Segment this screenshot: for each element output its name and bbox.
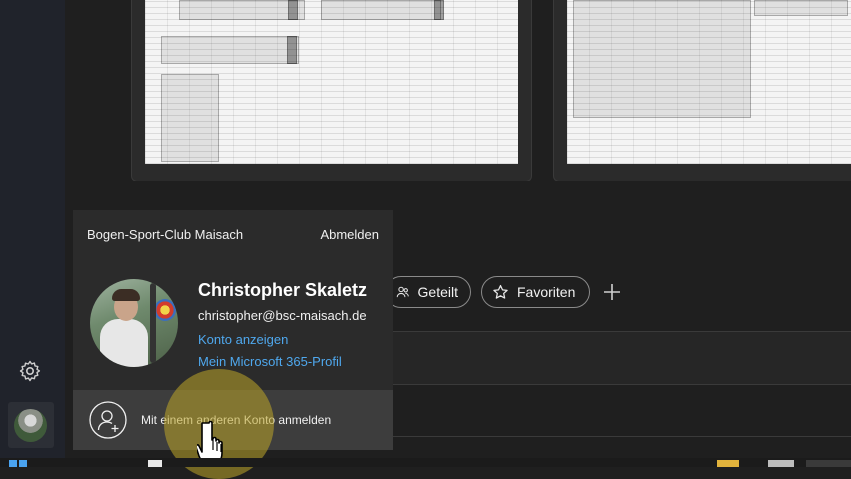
file-thumbnail-2[interactable] — [553, 0, 851, 182]
user-email: christopher@bsc-maisach.de — [198, 308, 367, 323]
user-avatar[interactable] — [14, 409, 47, 442]
filter-favorites-button[interactable]: Favoriten — [481, 276, 590, 308]
spreadsheet-preview — [145, 0, 518, 164]
filter-shared-button[interactable]: Geteilt — [385, 276, 471, 308]
divider — [393, 436, 851, 437]
star-icon — [493, 284, 508, 299]
file-thumbnail-1[interactable] — [131, 0, 532, 182]
view-account-link[interactable]: Konto anzeigen — [198, 332, 288, 347]
plus-icon[interactable] — [600, 280, 624, 304]
profile-photo — [90, 279, 178, 367]
filter-shared-label: Geteilt — [417, 284, 458, 300]
people-icon — [396, 286, 409, 298]
taskbar-app-icon[interactable] — [768, 460, 794, 467]
user-name: Christopher Skaletz — [198, 280, 368, 300]
sign-out-link[interactable]: Abmelden — [320, 227, 379, 242]
person-add-icon — [89, 401, 127, 439]
left-rail — [0, 0, 65, 458]
filter-favorites-label: Favoriten — [517, 284, 576, 300]
divider — [393, 384, 851, 385]
folder-icon[interactable] — [717, 460, 739, 467]
taskbar-app-icon[interactable] — [806, 460, 851, 467]
spreadsheet-preview — [567, 0, 851, 164]
file-list-header — [393, 332, 851, 384]
gear-icon[interactable] — [18, 359, 42, 383]
m365-profile-link[interactable]: Mein Microsoft 365-Profil — [198, 354, 342, 369]
windows-start-icon[interactable] — [7, 460, 31, 467]
taskbar-app-icon[interactable] — [148, 460, 162, 467]
organization-name: Bogen-Sport-Club Maisach — [87, 227, 244, 242]
